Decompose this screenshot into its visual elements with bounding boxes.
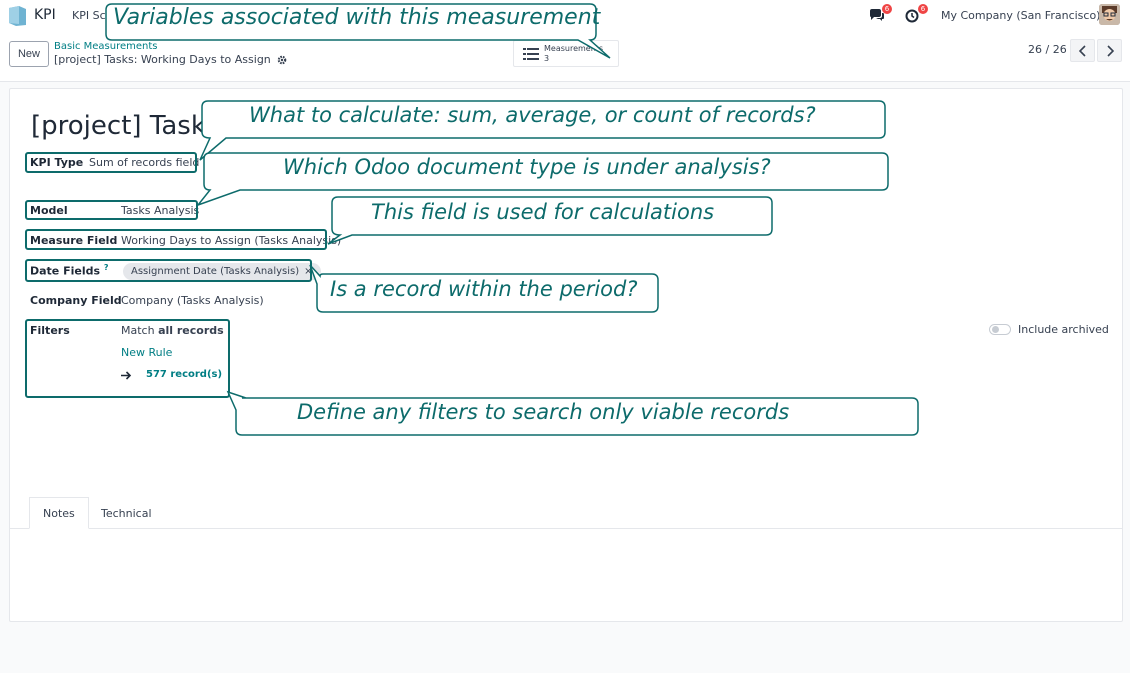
gear-icon[interactable]	[277, 55, 287, 65]
highlight-filters	[25, 319, 230, 398]
kpi-app-icon[interactable]	[7, 5, 28, 27]
callout-doc-type: Which Odoo document type is under analys…	[283, 155, 771, 179]
include-archived-label: Include archived	[1018, 323, 1109, 336]
user-avatar[interactable]	[1099, 4, 1120, 25]
avatar-face-icon	[1099, 4, 1120, 25]
company-field-value[interactable]: Company (Tasks Analysis)	[121, 294, 264, 307]
callout-variables: Variables associated with this measureme…	[113, 5, 601, 30]
callout-filters: Define any filters to search only viable…	[297, 400, 790, 424]
list-icon	[523, 48, 539, 60]
highlight-kpi-type	[25, 152, 197, 173]
messages-badge: 6	[882, 4, 892, 14]
callout-field-used: This field is used for calculations	[371, 200, 715, 224]
pager-counter[interactable]: 26 / 26	[1028, 43, 1067, 56]
include-archived-toggle[interactable]	[989, 324, 1011, 335]
tab-technical[interactable]: Technical	[88, 497, 165, 529]
company-field-label: Company Field	[30, 294, 122, 307]
highlight-date-fields	[25, 259, 312, 282]
company-switcher[interactable]: My Company (San Francisco)	[941, 9, 1100, 22]
app-name[interactable]: KPI	[34, 7, 56, 23]
control-panel: New Basic Measurements [project] Tasks: …	[0, 32, 1130, 82]
chevron-left-icon	[1078, 44, 1086, 57]
record-title[interactable]: [project] Tasks	[31, 111, 219, 141]
smart-button-value: 3	[544, 54, 550, 63]
breadcrumb-current-label: [project] Tasks: Working Days to Assign	[54, 53, 271, 66]
highlight-model	[25, 200, 198, 220]
highlight-measure-field	[25, 229, 327, 250]
notebook-tabs: Notes Technical	[10, 497, 1122, 529]
clock-icon	[905, 9, 919, 23]
activities-button[interactable]: 6	[905, 0, 928, 32]
activities-badge: 6	[918, 4, 928, 14]
new-button[interactable]: New	[9, 41, 49, 67]
messages-button[interactable]: 6	[869, 0, 892, 32]
chevron-right-icon	[1106, 44, 1114, 57]
smart-button-label: Measurements	[544, 44, 604, 53]
pager-next-button[interactable]	[1097, 39, 1122, 62]
callout-period: Is a record within the period?	[330, 277, 638, 301]
tab-notes[interactable]: Notes	[29, 497, 89, 529]
pager-previous-button[interactable]	[1070, 39, 1095, 62]
callout-what-to-calc: What to calculate: sum, average, or coun…	[249, 103, 816, 127]
nav-menu-kpi-scorecard[interactable]: KPI Sc	[72, 9, 106, 22]
measurements-smart-button[interactable]: Measurements 3	[513, 40, 619, 67]
breadcrumb-current: [project] Tasks: Working Days to Assign	[54, 53, 287, 66]
breadcrumb-parent[interactable]: Basic Measurements	[54, 41, 158, 52]
